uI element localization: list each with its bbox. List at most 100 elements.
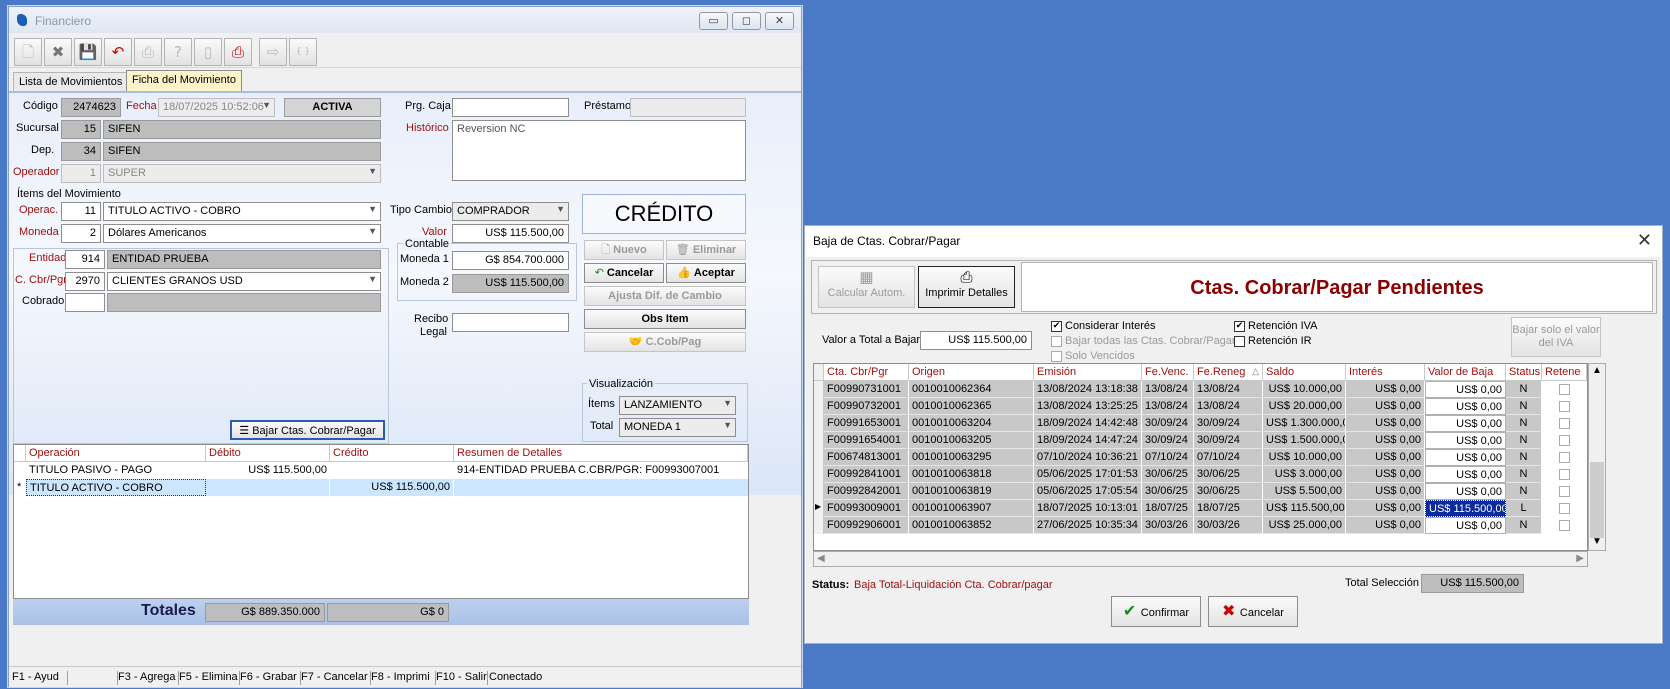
- col-header-fe-reneg[interactable]: Fe.Reneg △: [1194, 364, 1263, 381]
- undo-icon[interactable]: ↶: [104, 38, 132, 66]
- table-row[interactable]: TITULO PASIVO - PAGO US$ 115.500,00 914-…: [14, 462, 748, 479]
- ccbr-select[interactable]: CLIENTES GRANOS USD ▼: [107, 272, 381, 291]
- chk-bajar-todas[interactable]: [1051, 336, 1062, 347]
- cancelar-button[interactable]: ↶ Cancelar: [584, 263, 664, 283]
- retene-checkbox[interactable]: [1559, 435, 1570, 446]
- table-row[interactable]: F00674813001 0010010063295 07/10/2024 10:3…: [814, 449, 1587, 466]
- restore-button[interactable]: ◻: [732, 12, 761, 30]
- moneda2-field[interactable]: US$ 115.500,00: [452, 274, 569, 293]
- table-row[interactable]: F00991653001 0010010063204 18/09/2024 14:4…: [814, 415, 1587, 432]
- printer-red-icon[interactable]: ⎙: [224, 38, 252, 66]
- operac-select[interactable]: TITULO ACTIVO - COBRO ▼: [103, 202, 381, 221]
- fecha-field[interactable]: 18/07/2025 10:52:06 ▼: [158, 98, 275, 117]
- cell-baja[interactable]: US$ 0,00: [1425, 432, 1506, 449]
- imprimir-detalles-button[interactable]: ⎙ Imprimir Detalles: [918, 266, 1015, 308]
- book-icon[interactable]: ▯: [194, 38, 222, 66]
- table-row[interactable]: * TITULO ACTIVO - COBRO US$ 115.500,00: [14, 479, 748, 496]
- tab-ficha-movimiento[interactable]: Ficha del Movimiento: [126, 70, 242, 91]
- close-icon[interactable]: ✕: [1637, 230, 1652, 251]
- bajar-solo-iva-button[interactable]: Bajar solo el valor del IVA: [1511, 317, 1601, 357]
- minimize-button[interactable]: ▭: [699, 12, 728, 30]
- table-row[interactable]: F00990731001 0010010062364 13/08/2024 13:1…: [814, 381, 1587, 398]
- cell-baja[interactable]: US$ 0,00: [1425, 466, 1506, 483]
- col-header-saldo[interactable]: Saldo: [1263, 364, 1346, 381]
- cell-baja[interactable]: US$ 0,00: [1425, 398, 1506, 415]
- cell-baja[interactable]: US$ 0,00: [1425, 517, 1506, 534]
- retene-checkbox[interactable]: [1559, 486, 1570, 497]
- table-row[interactable]: F00992841001 0010010063818 05/06/2025 17:0…: [814, 466, 1587, 483]
- eliminar-button[interactable]: 🗑 Eliminar: [666, 240, 746, 260]
- col-header-operacion[interactable]: Operación: [26, 445, 206, 462]
- retene-checkbox[interactable]: [1559, 384, 1570, 395]
- table-row[interactable]: F00992842001 0010010063819 05/06/2025 17:0…: [814, 483, 1587, 500]
- cell-baja[interactable]: US$ 115.500,00: [1425, 500, 1506, 517]
- col-header-origen[interactable]: Origen: [909, 364, 1034, 381]
- col-header-emision[interactable]: Emisión: [1034, 364, 1142, 381]
- delete-icon[interactable]: ✖: [44, 38, 72, 66]
- vertical-scrollbar[interactable]: ▲ ▼: [1588, 363, 1606, 551]
- dep-name-field[interactable]: SIFEN: [103, 142, 381, 161]
- tipo-cambio-select[interactable]: COMPRADOR ▼: [452, 202, 569, 221]
- moneda-code-field[interactable]: 2: [61, 224, 101, 243]
- table-row[interactable]: F00990732001 0010010062365 13/08/2024 13:2…: [814, 398, 1587, 415]
- operador-name-field[interactable]: SUPER ▼: [103, 164, 381, 183]
- operador-code-field[interactable]: 1: [61, 164, 101, 183]
- col-header-valor-baja[interactable]: Valor de Baja: [1425, 364, 1506, 381]
- col-header-status[interactable]: Status: [1506, 364, 1542, 381]
- cell-baja[interactable]: US$ 0,00: [1425, 381, 1506, 398]
- col-header-debito[interactable]: Débito: [206, 445, 330, 462]
- moneda1-field[interactable]: G$ 854.700.000: [452, 251, 569, 270]
- obs-item-button[interactable]: Obs Item: [584, 309, 746, 329]
- total-select[interactable]: MONEDA 1 ▼: [619, 418, 736, 437]
- historico-textarea[interactable]: Reversion NC: [452, 120, 746, 181]
- movimiento-items-grid[interactable]: Operación Débito Crédito Resumen de Deta…: [13, 444, 749, 599]
- confirmar-button[interactable]: ✔ Confirmar: [1111, 596, 1201, 627]
- chk-considerar-interes[interactable]: ✔: [1051, 321, 1062, 332]
- aceptar-button[interactable]: 👍 Aceptar: [666, 263, 746, 283]
- col-header-credito[interactable]: Crédito: [330, 445, 454, 462]
- scroll-down-icon[interactable]: ▼: [1592, 536, 1602, 547]
- cobrador-name-field[interactable]: [107, 293, 381, 312]
- horizontal-scrollbar[interactable]: ◀ ▶: [813, 551, 1588, 567]
- moneda-select[interactable]: Dólares Americanos ▼: [103, 224, 381, 243]
- export-icon[interactable]: ⇨: [259, 38, 287, 66]
- cell-baja[interactable]: US$ 0,00: [1425, 449, 1506, 466]
- retene-checkbox[interactable]: [1559, 503, 1570, 514]
- nuevo-button[interactable]: 🗋 Nuevo: [584, 240, 664, 260]
- table-row[interactable]: ▶ F00993009001 0010010063907 18/07/2025 10:…: [814, 500, 1587, 517]
- valor-total-field[interactable]: US$ 115.500,00: [920, 331, 1032, 350]
- codigo-field[interactable]: 2474623: [61, 98, 121, 117]
- sucursal-name-field[interactable]: SIFEN: [103, 120, 381, 139]
- close-button[interactable]: ✕: [765, 12, 794, 30]
- calcular-autom-button[interactable]: ▦ Calcular Autom.: [818, 266, 915, 308]
- chk-retencion-iva[interactable]: ✔: [1234, 321, 1245, 332]
- table-row[interactable]: F00992906001 0010010063852 27/06/2025 10:3…: [814, 517, 1587, 534]
- entidad-name-field[interactable]: ENTIDAD PRUEBA: [107, 250, 381, 269]
- bajar-ctas-button[interactable]: ☰ Bajar Ctas. Cobrar/Pagar: [230, 420, 385, 440]
- ctas-pendientes-grid[interactable]: Cta. Cbr/Pgr Origen Emisión Fe.Venc. Fe.…: [813, 363, 1588, 551]
- retene-checkbox[interactable]: [1559, 452, 1570, 463]
- table-row[interactable]: F00991654001 0010010063205 18/09/2024 14:4…: [814, 432, 1587, 449]
- cell-baja[interactable]: US$ 0,00: [1425, 415, 1506, 432]
- retene-checkbox[interactable]: [1559, 469, 1570, 480]
- col-header-fe-venc[interactable]: Fe.Venc.: [1142, 364, 1194, 381]
- chk-retencion-ir[interactable]: [1234, 336, 1245, 347]
- print-icon[interactable]: ⎙: [134, 38, 162, 66]
- col-header-retene[interactable]: Retene: [1542, 364, 1587, 381]
- chk-solo-vencidos[interactable]: [1051, 351, 1062, 362]
- retene-checkbox[interactable]: [1559, 401, 1570, 412]
- tab-lista-movimientos[interactable]: Lista de Movimientos: [13, 72, 129, 91]
- retene-checkbox[interactable]: [1559, 520, 1570, 531]
- ccbr-code-field[interactable]: 2970: [65, 272, 105, 291]
- recibo-legal-field[interactable]: [452, 313, 569, 332]
- scroll-left-icon[interactable]: ◀: [817, 553, 825, 564]
- col-header-cta[interactable]: Cta. Cbr/Pgr: [824, 364, 909, 381]
- ccob-pag-button[interactable]: 🤝 C.Cob/Pag: [584, 332, 746, 352]
- cobrador-code-field[interactable]: [65, 293, 105, 312]
- new-document-icon[interactable]: 🗋: [14, 38, 42, 66]
- prestamo-field[interactable]: [630, 98, 746, 117]
- save-icon[interactable]: 💾: [74, 38, 102, 66]
- sucursal-code-field[interactable]: 15: [61, 120, 101, 139]
- scroll-thumb[interactable]: [1590, 462, 1604, 538]
- operac-code-field[interactable]: 11: [61, 202, 101, 221]
